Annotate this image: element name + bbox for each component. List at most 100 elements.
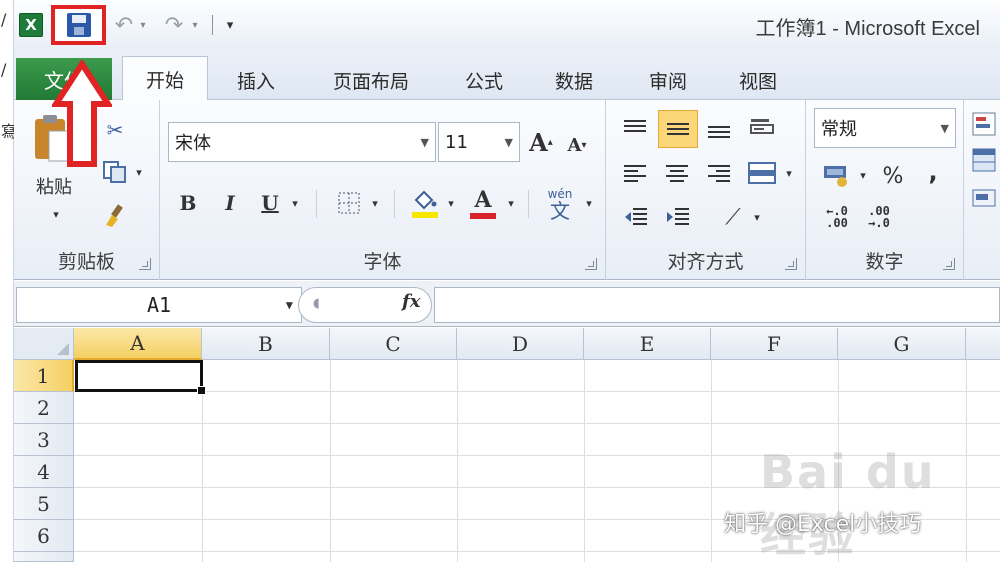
grow-font-button[interactable]: A ▴ [526, 124, 556, 160]
align-top-button[interactable] [618, 112, 652, 146]
clipped-glyph: / [1, 60, 7, 79]
align-middle-button[interactable] [658, 110, 698, 148]
text-direction-dropdown[interactable]: ▾ [750, 208, 764, 226]
conditional-format-button[interactable] [970, 110, 998, 138]
font-size-select[interactable]: 11 ▼ [438, 122, 520, 162]
tab-home[interactable]: 开始 [122, 56, 208, 101]
grip-icon: ◖ [313, 296, 320, 311]
number-format-select[interactable]: 常规 ▼ [814, 108, 956, 148]
cell-styles-button[interactable] [970, 184, 998, 212]
row-header-2[interactable]: 2 [14, 392, 74, 424]
window-title: 工作簿1 - Microsoft Excel [755, 18, 980, 40]
decrease-decimal-button[interactable]: .00 →.0 [862, 200, 896, 234]
column-header-g[interactable]: G [838, 328, 966, 360]
format-painter-button[interactable] [100, 202, 130, 230]
formula-input[interactable] [434, 287, 1000, 323]
merge-center-button[interactable] [744, 156, 780, 190]
undo-dropdown[interactable]: ▾ [136, 10, 150, 40]
orientation-button[interactable] [744, 110, 780, 144]
alignment-launcher-icon[interactable] [785, 258, 797, 270]
underline-dropdown[interactable]: ▾ [288, 194, 302, 212]
align-bottom-button[interactable] [702, 112, 736, 146]
font-group-label: 字体 [363, 251, 402, 273]
column-header-a[interactable]: A [74, 328, 202, 360]
increase-decimal-button[interactable]: ←.0.00 [820, 200, 854, 234]
gridline [74, 391, 1000, 392]
customize-qat-button[interactable]: ▾ [220, 10, 240, 40]
separator [394, 190, 395, 218]
underline-button[interactable]: U [256, 188, 284, 218]
font-color-dropdown[interactable]: ▾ [504, 194, 518, 212]
accounting-dropdown[interactable]: ▾ [856, 166, 870, 184]
tab-review[interactable]: 审阅 [638, 60, 698, 100]
font-group: 宋体 ▼ 11 ▼ A ▴ A ▾ B I U ▾ ▾ ▾ A ▾ wén 文 … [160, 100, 606, 280]
insert-function-button[interactable]: fx [402, 291, 420, 312]
customize-qat-icon: ▾ [226, 17, 234, 33]
clipboard-launcher-icon[interactable] [139, 258, 151, 270]
tab-formulas[interactable]: 公式 [454, 60, 514, 100]
decrease-indent-button[interactable] [618, 200, 652, 234]
fill-color-dropdown[interactable]: ▾ [444, 194, 458, 212]
cell-styles-icon [972, 189, 996, 207]
column-header-h[interactable] [966, 328, 1000, 360]
column-header-e[interactable]: E [584, 328, 711, 360]
comma-button[interactable]: , [920, 156, 946, 188]
name-box-value: A1 [146, 293, 172, 317]
phonetic-icon: 文 [550, 199, 570, 223]
chevron-down-icon: ▾ [586, 196, 592, 210]
phonetic-button[interactable]: wén 文 [540, 186, 580, 222]
tab-view[interactable]: 视图 [728, 60, 788, 100]
column-header-f[interactable]: F [711, 328, 838, 360]
tab-data[interactable]: 数据 [544, 60, 604, 100]
align-center-button[interactable] [660, 156, 694, 190]
copy-dropdown[interactable]: ▾ [132, 164, 146, 180]
accounting-format-button[interactable] [820, 160, 854, 192]
row-header-1[interactable]: 1 [14, 360, 74, 392]
paste-dropdown[interactable]: ▾ [46, 204, 66, 224]
column-header-b[interactable]: B [202, 328, 330, 360]
number-launcher-icon[interactable] [943, 258, 955, 270]
format-as-table-button[interactable] [970, 146, 998, 174]
excel-app-icon[interactable]: X [16, 10, 46, 40]
text-direction-button[interactable]: ⟋ [716, 200, 750, 234]
orientation-icon [750, 119, 774, 134]
shrink-font-button[interactable]: A ▾ [562, 130, 592, 160]
borders-dropdown[interactable]: ▾ [368, 194, 382, 212]
active-cell-a1[interactable] [75, 360, 206, 395]
row-header-6[interactable]: 6 [14, 520, 74, 552]
row-header-5[interactable]: 5 [14, 488, 74, 520]
select-all-button[interactable] [14, 328, 74, 360]
chevron-down-icon: ▾ [786, 166, 792, 180]
font-color-button[interactable]: A [466, 184, 500, 222]
name-box[interactable]: A1 ▼ [16, 287, 302, 323]
column-header-d[interactable]: D [457, 328, 584, 360]
align-left-button[interactable] [618, 156, 652, 190]
row-header-7[interactable] [14, 552, 74, 562]
shrink-font-icon: A [567, 134, 582, 156]
fill-color-button[interactable] [408, 184, 442, 222]
merge-dropdown[interactable]: ▾ [782, 164, 796, 182]
align-right-button[interactable] [702, 156, 736, 190]
font-name-select[interactable]: 宋体 ▼ [168, 122, 436, 162]
font-launcher-icon[interactable] [585, 258, 597, 270]
column-header-c[interactable]: C [330, 328, 457, 360]
phonetic-dropdown[interactable]: ▾ [582, 194, 596, 212]
undo-button[interactable]: ↶ [112, 10, 136, 40]
left-window-edge: / / 寫 [0, 0, 17, 562]
redo-dropdown[interactable]: ▾ [188, 10, 202, 40]
paint-bucket-icon [412, 190, 438, 218]
redo-button[interactable]: ↷ [162, 10, 186, 40]
percent-button[interactable]: % [878, 160, 908, 192]
bold-button[interactable]: B [174, 188, 202, 218]
row-header-3[interactable]: 3 [14, 424, 74, 456]
chevron-down-icon: ▼ [420, 135, 429, 149]
save-button[interactable] [51, 5, 106, 45]
chevron-down-icon: ▾ [192, 19, 198, 31]
italic-button[interactable]: I [216, 188, 244, 218]
tab-insert[interactable]: 插入 [226, 60, 286, 100]
chevron-down-icon: ▾ [754, 210, 760, 224]
tab-page-layout[interactable]: 页面布局 [319, 60, 423, 100]
row-header-4[interactable]: 4 [14, 456, 74, 488]
borders-button[interactable] [334, 188, 364, 218]
increase-indent-button[interactable] [660, 200, 694, 234]
